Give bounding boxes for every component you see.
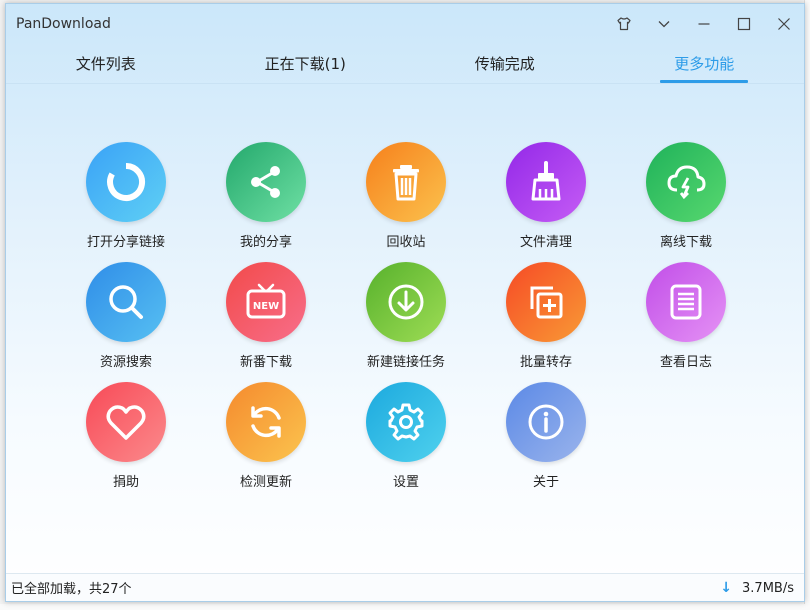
resource-search-button[interactable]: 资源搜索 (56, 262, 196, 382)
refresh-icon (251, 406, 281, 438)
search-icon (109, 285, 143, 319)
about-button[interactable]: 关于 (476, 382, 616, 502)
tab-more-features[interactable]: 更多功能 (605, 44, 805, 83)
close-icon (778, 18, 790, 30)
tab-downloading[interactable]: 正在下载(1) (206, 44, 406, 83)
check-update-button[interactable]: 检测更新 (196, 382, 336, 502)
broom-icon (531, 161, 561, 201)
feature-label: 资源搜索 (99, 355, 152, 370)
speed-value: 3.7MB/s (742, 580, 794, 596)
status-bar: 已全部加载，共27个 ↓ 3.7MB/s (6, 573, 804, 601)
maximize-button[interactable] (724, 4, 764, 44)
feature-label: 批量转存 (519, 355, 572, 370)
feature-row: 捐助 检测更新 设置 关于 (6, 382, 806, 502)
pandownload-window: PanDownload 文件列表 正在下载(1) 传输完成 更多功能 打开分享链… (5, 3, 805, 602)
maximize-icon (737, 17, 751, 31)
my-share-button[interactable]: 我的分享 (196, 142, 336, 262)
download-circle-icon (388, 284, 424, 320)
chevron-down-icon (658, 21, 670, 28)
feature-label: 检测更新 (239, 475, 292, 490)
download-speed: ↓ 3.7MB/s (720, 574, 794, 602)
view-log-button[interactable]: 查看日志 (616, 262, 756, 382)
feature-circle (646, 142, 726, 222)
feature-circle (226, 382, 306, 462)
share-icon (251, 166, 280, 198)
menu-dropdown-button[interactable] (644, 4, 684, 44)
feature-circle (646, 262, 726, 342)
download-arrow-icon: ↓ (720, 580, 733, 596)
file-cleanup-button[interactable]: 文件清理 (476, 142, 616, 262)
feature-label: 回收站 (386, 235, 426, 250)
svg-text:NEW: NEW (253, 301, 279, 312)
window-controls (604, 4, 804, 44)
feature-circle (86, 382, 166, 462)
heart-icon (106, 405, 146, 440)
feature-circle (86, 262, 166, 342)
feature-circle: NEW (226, 262, 306, 342)
skin-button[interactable] (604, 4, 644, 44)
close-button[interactable] (764, 4, 804, 44)
tv-new-icon: NEW (246, 283, 286, 319)
feature-circle (506, 382, 586, 462)
feature-grid: 打开分享链接 我的分享 回收站 文件清理 离线下载 资源搜索 NEW 新番下载 … (6, 142, 806, 502)
feature-circle (506, 262, 586, 342)
titlebar[interactable]: PanDownload (6, 4, 804, 44)
feature-label: 离线下载 (659, 235, 712, 250)
feature-circle (506, 142, 586, 222)
feature-label: 设置 (392, 475, 419, 490)
log-list-icon (670, 284, 702, 320)
shirt-icon (617, 17, 631, 31)
tab-file-list[interactable]: 文件列表 (6, 44, 206, 83)
app-title: PanDownload (16, 16, 111, 32)
status-text: 已全部加载，共27个 (11, 582, 132, 597)
feature-label: 新番下载 (239, 355, 292, 370)
feature-label: 文件清理 (519, 235, 572, 250)
cloud-download-icon (667, 165, 706, 200)
circle-arc-icon (107, 162, 146, 201)
info-icon (528, 404, 564, 440)
copy-plus-icon (530, 286, 563, 319)
offline-download-button[interactable]: 离线下载 (616, 142, 756, 262)
tab-completed[interactable]: 传输完成 (405, 44, 605, 83)
feature-row: 打开分享链接 我的分享 回收站 文件清理 离线下载 (6, 142, 806, 262)
feature-label: 新建链接任务 (366, 355, 445, 370)
feature-circle (366, 262, 446, 342)
settings-button[interactable]: 设置 (336, 382, 476, 502)
new-link-task-button[interactable]: 新建链接任务 (336, 262, 476, 382)
new-anime-download-button[interactable]: NEW 新番下载 (196, 262, 336, 382)
feature-circle (86, 142, 166, 222)
batch-transfer-button[interactable]: 批量转存 (476, 262, 616, 382)
feature-label: 查看日志 (659, 355, 712, 370)
recycle-bin-button[interactable]: 回收站 (336, 142, 476, 262)
feature-circle (226, 142, 306, 222)
trash-icon (393, 165, 419, 201)
feature-label: 我的分享 (239, 235, 292, 250)
gear-icon (388, 403, 424, 441)
feature-label: 捐助 (112, 475, 139, 490)
minimize-button[interactable] (684, 4, 724, 44)
donate-button[interactable]: 捐助 (56, 382, 196, 502)
feature-label: 打开分享链接 (86, 235, 165, 250)
main-tabs: 文件列表 正在下载(1) 传输完成 更多功能 (6, 44, 804, 84)
background-bottom-edge (0, 604, 810, 610)
open-share-link-button[interactable]: 打开分享链接 (56, 142, 196, 262)
feature-label: 关于 (532, 475, 559, 490)
feature-circle (366, 142, 446, 222)
minimize-icon (698, 23, 710, 25)
feature-row: 资源搜索 NEW 新番下载 新建链接任务 批量转存 查看日志 (6, 262, 806, 382)
feature-circle (366, 382, 446, 462)
